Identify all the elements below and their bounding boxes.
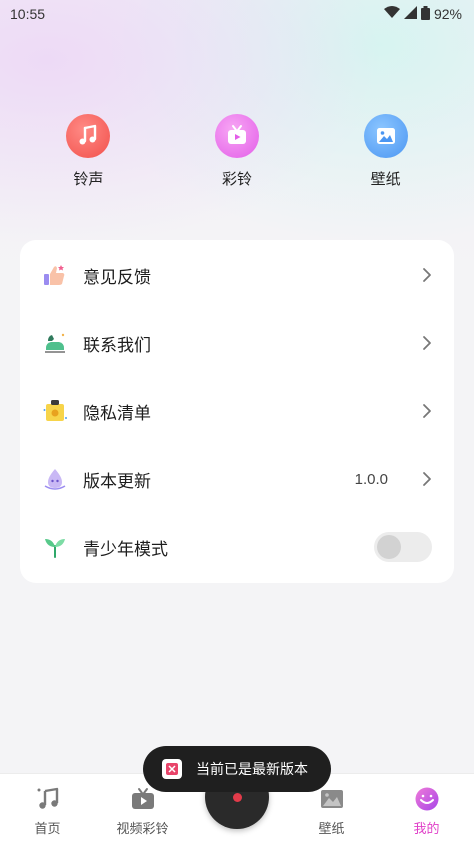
quick-action-label: 壁纸: [370, 171, 401, 188]
menu-item-teen-mode: 青少年模式: [20, 513, 454, 581]
battery-percent: 92%: [433, 6, 462, 22]
quick-action-ringtone[interactable]: 铃声: [38, 114, 138, 189]
chevron-right-icon: [423, 268, 431, 282]
wifi-icon: [383, 6, 400, 22]
phone-icon: [42, 330, 68, 356]
nav-label: 壁纸: [318, 821, 345, 836]
settings-card: 意见反馈 联系我们 隐私清单 版本更新 1.0.0 青少年模式: [20, 240, 454, 583]
battery-icon: [420, 5, 430, 23]
music-notes-icon: [35, 786, 61, 812]
app-icon: [162, 759, 182, 779]
picture-icon: [363, 114, 408, 158]
tv-play-icon: [130, 786, 156, 812]
menu-item-version-update[interactable]: 版本更新 1.0.0: [20, 445, 454, 513]
toast-text: 当前已是最新版本: [196, 761, 308, 777]
status-time: 10:55: [10, 6, 46, 22]
nav-label: 首页: [34, 821, 61, 836]
teen-mode-toggle[interactable]: [374, 532, 432, 562]
thumbs-up-icon: [42, 262, 68, 288]
menu-item-feedback[interactable]: 意见反馈: [20, 241, 454, 309]
menu-item-contact[interactable]: 联系我们: [20, 309, 454, 377]
toast-message: 当前已是最新版本: [143, 746, 331, 792]
sprout-icon: [42, 534, 68, 560]
update-icon: [42, 466, 68, 492]
menu-item-privacy-list[interactable]: 隐私清单: [20, 377, 454, 445]
tv-play-icon: [214, 114, 259, 158]
chevron-right-icon: [423, 336, 431, 350]
picture-icon: [319, 786, 345, 812]
menu-item-label: 版本更新: [83, 471, 151, 491]
menu-item-label: 隐私清单: [83, 403, 151, 423]
nav-item-mine[interactable]: 我的: [379, 774, 474, 843]
chevron-right-icon: [423, 472, 431, 486]
nav-label: 我的: [413, 821, 440, 836]
signal-icon: [403, 6, 417, 22]
quick-actions: 铃声 彩铃 壁纸: [0, 114, 474, 189]
status-icons: 92%: [383, 5, 462, 23]
version-number: 1.0.0: [354, 470, 388, 488]
chevron-right-icon: [423, 404, 431, 418]
privacy-list-icon: [42, 398, 68, 424]
smiley-icon: [414, 786, 440, 812]
menu-item-label: 联系我们: [83, 335, 151, 355]
disc-center-dot: [232, 792, 242, 802]
nav-item-home[interactable]: 首页: [0, 774, 95, 843]
music-note-icon: [66, 114, 111, 158]
quick-action-wallpaper[interactable]: 壁纸: [336, 114, 436, 189]
quick-action-label: 铃声: [73, 171, 104, 188]
toggle-knob: [377, 535, 401, 559]
status-bar: 10:55 92%: [0, 0, 474, 28]
menu-item-label: 青少年模式: [83, 539, 168, 559]
menu-item-label: 意见反馈: [83, 267, 151, 287]
nav-label: 视频彩铃: [116, 821, 169, 836]
quick-action-label: 彩铃: [221, 171, 252, 188]
quick-action-color-ring[interactable]: 彩铃: [187, 114, 287, 189]
